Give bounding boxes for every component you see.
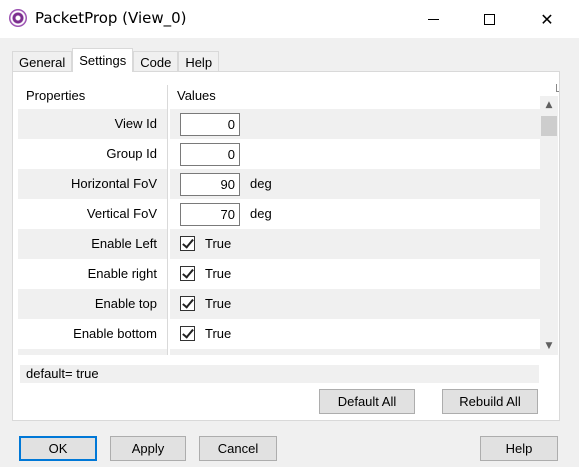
property-grid: Properties Values View Id 0 Group Id 0 H… [18, 85, 540, 355]
vertical-fov-input[interactable]: 70 [180, 203, 240, 226]
property-label: Enable top [18, 289, 168, 319]
property-row-group-id: Group Id 0 [18, 139, 540, 169]
value-cell: 90 deg [170, 169, 540, 199]
horizontal-fov-input[interactable]: 90 [180, 173, 240, 196]
property-row-horizontal-fov: Horizontal FoV 90 deg [18, 169, 540, 199]
property-label: Vertical FoV [18, 199, 168, 229]
tab-settings[interactable]: Settings [72, 48, 134, 72]
unit-label: deg [250, 176, 272, 191]
tab-help[interactable]: Help [178, 51, 220, 72]
tab-code[interactable]: Code [133, 51, 179, 72]
property-row-enable-right: Enable right True [18, 259, 540, 289]
app-icon [9, 9, 27, 27]
tab-strip: General Settings Code Help [12, 48, 220, 72]
property-label: Enable Left [18, 229, 168, 259]
value-cell: True [170, 289, 540, 319]
maximize-icon [483, 13, 495, 25]
property-row-view-id: View Id 0 [18, 109, 540, 139]
value-cell: 70 deg [170, 199, 540, 229]
scroll-down-icon[interactable]: ▼ [540, 337, 558, 355]
scroll-up-icon[interactable]: ▲ [540, 96, 558, 114]
title-bar: PacketProp (View_0) ✕ [0, 0, 579, 38]
checkbox-label: True [205, 296, 232, 311]
property-label: Enable bottom [18, 319, 168, 349]
unit-label: deg [250, 206, 272, 221]
close-icon: ✕ [540, 9, 554, 29]
rebuild-all-button[interactable]: Rebuild All [442, 389, 538, 414]
group-id-input[interactable]: 0 [180, 143, 240, 166]
property-row-enable-bottom: Enable bottom True [18, 319, 540, 349]
tab-general[interactable]: General [12, 51, 73, 72]
help-button[interactable]: Help [480, 436, 558, 461]
property-label [18, 349, 168, 355]
close-button[interactable]: ✕ [524, 0, 570, 38]
property-row-enable-left: Enable Left True [18, 229, 540, 259]
property-row-partial [18, 349, 540, 355]
property-label: View Id [18, 109, 168, 139]
view-id-input[interactable]: 0 [180, 113, 240, 136]
checkbox-label: True [205, 236, 232, 251]
enable-right-checkbox[interactable] [180, 266, 195, 281]
properties-header: Properties [18, 85, 168, 109]
scroll-thumb[interactable] [541, 116, 557, 136]
value-cell: 0 [170, 139, 540, 169]
panel-corner [556, 84, 559, 92]
enable-bottom-checkbox[interactable] [180, 326, 195, 341]
window-title: PacketProp (View_0) [35, 9, 187, 27]
apply-button[interactable]: Apply [110, 436, 186, 461]
minimize-icon [427, 18, 439, 20]
checkbox-label: True [205, 266, 232, 281]
enable-top-checkbox[interactable] [180, 296, 195, 311]
property-label: Enable right [18, 259, 168, 289]
property-label: Group Id [18, 139, 168, 169]
value-cell: True [170, 259, 540, 289]
minimize-button[interactable] [410, 0, 456, 38]
property-row-enable-top: Enable top True [18, 289, 540, 319]
value-cell: True [170, 229, 540, 259]
cancel-button[interactable]: Cancel [199, 436, 277, 461]
maximize-button[interactable] [466, 0, 512, 38]
vertical-scrollbar[interactable]: ▲ ▼ [540, 96, 558, 355]
property-row-vertical-fov: Vertical FoV 70 deg [18, 199, 540, 229]
value-cell: 0 [170, 109, 540, 139]
value-cell [170, 349, 540, 355]
values-header: Values [177, 88, 216, 103]
checkbox-label: True [205, 326, 232, 341]
description-bar: default= true [20, 365, 539, 383]
value-cell: True [170, 319, 540, 349]
ok-button[interactable]: OK [19, 436, 97, 461]
enable-left-checkbox[interactable] [180, 236, 195, 251]
property-label: Horizontal FoV [18, 169, 168, 199]
default-all-button[interactable]: Default All [319, 389, 415, 414]
